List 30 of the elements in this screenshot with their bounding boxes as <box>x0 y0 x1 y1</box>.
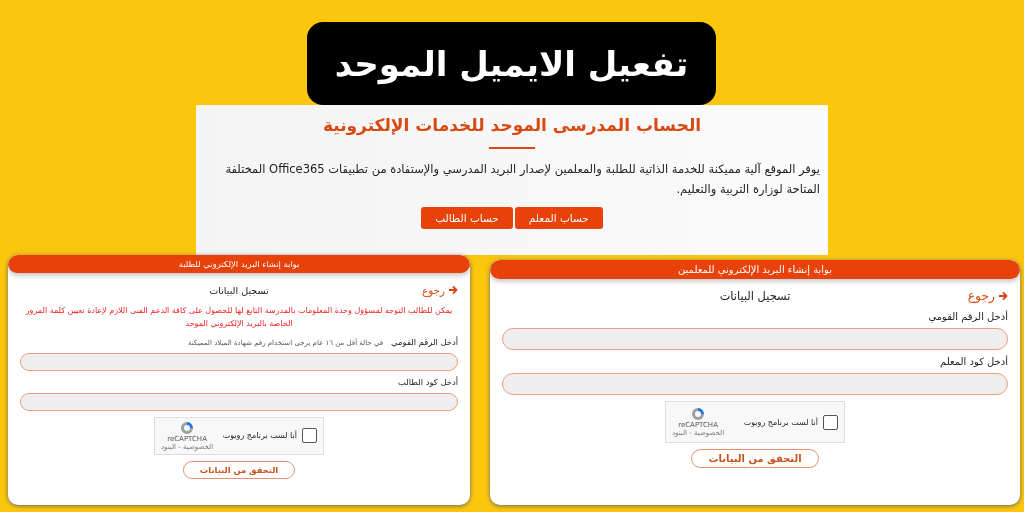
arrow-icon <box>448 285 458 295</box>
verify-button[interactable]: التحقق من البيانات <box>182 460 296 479</box>
field-label: أدخل الرقم القومي <box>391 336 458 347</box>
section-title: تسجيل البيانات <box>209 284 269 296</box>
account-button[interactable]: حساب المعلم <box>514 207 603 229</box>
account-button[interactable]: حساب الطالب <box>421 207 513 229</box>
section-title: تسجيل البيانات <box>719 289 791 303</box>
input-field[interactable] <box>20 352 458 371</box>
recaptcha-icon <box>179 420 196 435</box>
field-label: أدخل كود الطالب <box>397 376 458 387</box>
captcha-checkbox[interactable] <box>302 428 317 444</box>
intro-paragraph: يوفر الموقع آلية مميكنة للخدمة الذاتية للطلبة والمعلمين لإصدار البريد المدرسي والإستفادة من تطبيقات Office365 المختلفة المتاحة لوزارة التربية والتعليم. <box>224 161 820 198</box>
card-header: بوابة إنشاء البريد الإلكتروني للمعلمين <box>490 260 1020 279</box>
card-header: بوابة إنشاء البريد الإلكتروني للطلبة <box>8 255 470 273</box>
arrow-icon <box>998 291 1008 301</box>
input-field[interactable] <box>502 328 1008 350</box>
notice-text: يمكن للطالب التوجه لمسؤول وحدة المعلومات بالمدرسة التابع لها للحصول على كافة الدعم الفنى اللازم لإعادة تعيين كلمة المرور الخاصة بالبريد الإلكتروني الموحد <box>24 305 454 330</box>
back-link[interactable]: رجوع <box>967 289 1008 303</box>
intro-heading: الحساب المدرسى الموحد للخدمات الإلكترونية <box>322 115 702 135</box>
recaptcha-icon <box>690 407 707 421</box>
field-label: أدخل كود المعلم <box>940 356 1008 367</box>
field-label: أدخل الرقم القومي <box>928 311 1008 322</box>
input-field[interactable] <box>502 373 1008 395</box>
verify-button[interactable]: التحقق من البيانات <box>691 449 819 468</box>
captcha-label: أنا لست برنامج روبوت <box>222 431 297 441</box>
input-field[interactable] <box>20 392 458 411</box>
back-link[interactable]: رجوع <box>422 284 458 296</box>
captcha-label: أنا لست برنامج روبوت <box>743 417 818 427</box>
captcha-checkbox[interactable] <box>823 414 838 430</box>
banner-title: تفعيل الايميل الموحد <box>307 22 716 105</box>
